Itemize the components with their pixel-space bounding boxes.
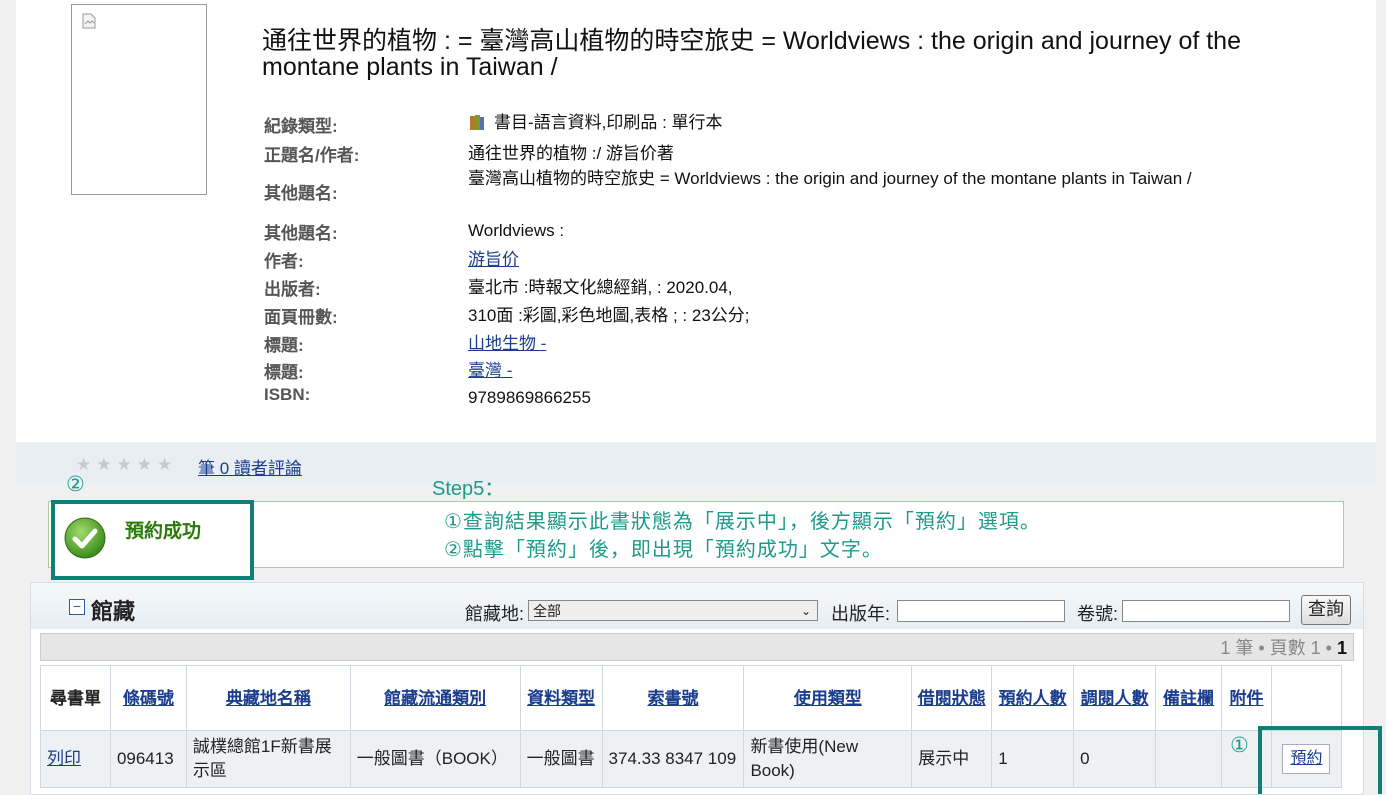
col-header-reservations[interactable]: 預約人數	[991, 665, 1075, 731]
cell-barcode: 096413	[109, 730, 187, 788]
field-label: 作者:	[264, 252, 304, 271]
step-instruction-1: ①查詢結果顯示此書狀態為「展示中」，後方顯示「預約」選項。	[444, 511, 1041, 533]
sort-barcode-link[interactable]: 條碼號	[123, 689, 174, 708]
holdings-panel: − 館藏 館藏地: 全部 ⌄ 出版年: 卷號: 查詢 1 筆 • 頁數 1 • …	[30, 582, 1364, 795]
author-link[interactable]: 游旨价	[468, 250, 519, 269]
rating-stars[interactable]: ★★★★★	[76, 455, 177, 475]
field-label: 出版者:	[264, 280, 321, 299]
review-bar: ★★★★★ 筆 0 讀者評論	[16, 443, 1376, 483]
location-selected-value: 全部	[533, 603, 561, 619]
cell-circ-type: 一般圖書（BOOK）	[349, 730, 521, 788]
sort-note-link[interactable]: 備註欄	[1163, 689, 1214, 708]
cell-location: 誠樸總館1F新書展示區	[185, 730, 351, 788]
field-label: 紀錄類型:	[264, 117, 338, 136]
collapse-icon[interactable]: −	[69, 599, 85, 615]
year-label: 出版年:	[831, 604, 891, 624]
col-header-data-type[interactable]: 資料類型	[519, 665, 603, 731]
volume-input[interactable]	[1122, 600, 1290, 622]
print-link[interactable]: 列印	[47, 749, 81, 768]
field-value: 310面 :彩圖,彩色地圖,表格 ; : 23公分;	[468, 306, 750, 325]
step-marker-2: ②	[66, 473, 85, 496]
reservation-success-text: 預約成功	[125, 521, 202, 542]
holdings-table: 尋書單 條碼號 典藏地名稱 館藏流通類別 資料類型 索書號 使用類型 借閱狀態 …	[40, 665, 1343, 788]
table-row: 列印 096413 誠樸總館1F新書展示區 一般圖書（BOOK） 一般圖書 37…	[40, 730, 1343, 788]
cell-note	[1155, 730, 1222, 788]
table-header-row: 尋書單 條碼號 典藏地名稱 館藏流通類別 資料類型 索書號 使用類型 借閱狀態 …	[40, 665, 1343, 731]
reservation-success-highlight: 預約成功	[51, 500, 254, 580]
broken-image-icon	[82, 13, 96, 29]
field-value: 通往世界的植物 :/ 游旨价著	[468, 144, 674, 163]
record-type-text: 書目-語言資料,印刷品 : 單行本	[494, 113, 723, 132]
field-value: 書目-語言資料,印刷品 : 單行本	[468, 112, 1278, 133]
record-title: 通往世界的植物 : = 臺灣高山植物的時空旅史 = Worldviews : t…	[262, 27, 1241, 81]
col-header-circ-type[interactable]: 館藏流通類別	[349, 665, 521, 731]
cell-requests: 0	[1073, 730, 1157, 788]
step-marker-1: ①	[1230, 734, 1249, 757]
sort-use-type-link[interactable]: 使用類型	[794, 689, 862, 708]
field-label: 標題:	[264, 336, 304, 355]
record-panel: 通往世界的植物 : = 臺灣高山植物的時空旅史 = Worldviews : t…	[16, 0, 1376, 442]
col-header-attachment[interactable]: 附件	[1220, 665, 1272, 731]
cell-print: 列印	[40, 730, 111, 788]
holdings-header: − 館藏 館藏地: 全部 ⌄ 出版年: 卷號: 查詢	[31, 583, 1363, 629]
field-label: ISBN:	[264, 385, 311, 404]
col-header-note[interactable]: 備註欄	[1155, 665, 1222, 731]
sort-attachment-link[interactable]: 附件	[1229, 689, 1263, 708]
col-header-location[interactable]: 典藏地名稱	[185, 665, 351, 731]
field-label: 其他題名:	[264, 184, 338, 203]
field-value: 臺灣高山植物的時空旅史 = Worldviews : the origin an…	[468, 169, 1192, 188]
field-value: 游旨价	[468, 249, 1278, 270]
sort-circ-type-link[interactable]: 館藏流通類別	[384, 689, 486, 708]
sort-status-link[interactable]: 借閱狀態	[918, 689, 986, 708]
col-header-list: 尋書單	[40, 665, 111, 731]
cell-status: 展示中	[911, 730, 993, 788]
col-header-call-no[interactable]: 索書號	[601, 665, 745, 731]
col-header-requests[interactable]: 調閱人數	[1073, 665, 1157, 731]
col-header-use-type[interactable]: 使用類型	[743, 665, 913, 731]
pager-bar: 1 筆 • 頁數 1 • 1	[40, 633, 1354, 661]
sort-call-no-link[interactable]: 索書號	[647, 689, 698, 708]
query-button[interactable]: 查詢	[1301, 595, 1351, 625]
current-page[interactable]: 1	[1337, 638, 1347, 658]
chevron-down-icon: ⌄	[800, 604, 811, 618]
field-value: 臺北市 :時報文化總經銷, : 2020.04,	[468, 278, 733, 297]
reserve-button-highlight	[1258, 726, 1382, 794]
location-label: 館藏地:	[465, 604, 525, 624]
location-select[interactable]: 全部 ⌄	[528, 600, 818, 621]
subject-link[interactable]: 臺灣 -	[468, 361, 512, 380]
reader-reviews-link[interactable]: 筆 0 讀者評論	[198, 454, 302, 479]
field-value: 山地生物 -	[468, 333, 1278, 354]
pager-info: 1 筆 • 頁數 1 •	[1220, 638, 1332, 658]
sort-reservations-link[interactable]: 預約人數	[999, 689, 1067, 708]
field-value: 9789869866255	[468, 388, 591, 407]
field-label: 其他題名:	[264, 224, 338, 243]
subject-link[interactable]: 山地生物 -	[468, 334, 546, 353]
field-value: 臺灣 -	[468, 360, 1278, 381]
sort-requests-link[interactable]: 調閱人數	[1081, 689, 1149, 708]
field-label: 標題:	[264, 363, 304, 382]
cell-call-no: 374.33 8347 109	[601, 730, 745, 788]
col-header-status[interactable]: 借閱狀態	[911, 665, 993, 731]
sort-location-link[interactable]: 典藏地名稱	[226, 689, 311, 708]
col-header-barcode[interactable]: 條碼號	[109, 665, 187, 731]
book-icon	[470, 115, 484, 130]
field-label: 正題名/作者:	[264, 146, 360, 165]
volume-label: 卷號:	[1077, 604, 1119, 624]
field-label: 面頁冊數:	[264, 308, 338, 327]
success-check-icon	[64, 517, 106, 559]
holdings-title: 館藏	[91, 599, 136, 624]
field-value: Worldviews :	[468, 221, 565, 240]
step-title: Step5：	[432, 478, 505, 500]
book-cover	[71, 4, 207, 195]
step-instruction-2: ②點擊「預約」後，即出現「預約成功」文字。	[444, 539, 883, 561]
sort-data-type-link[interactable]: 資料類型	[527, 689, 595, 708]
col-header-action	[1270, 665, 1343, 731]
cell-use-type: 新書使用(New Book)	[743, 730, 913, 788]
year-input[interactable]	[897, 600, 1065, 622]
cell-data-type: 一般圖書	[519, 730, 603, 788]
cell-reservations: 1	[991, 730, 1075, 788]
